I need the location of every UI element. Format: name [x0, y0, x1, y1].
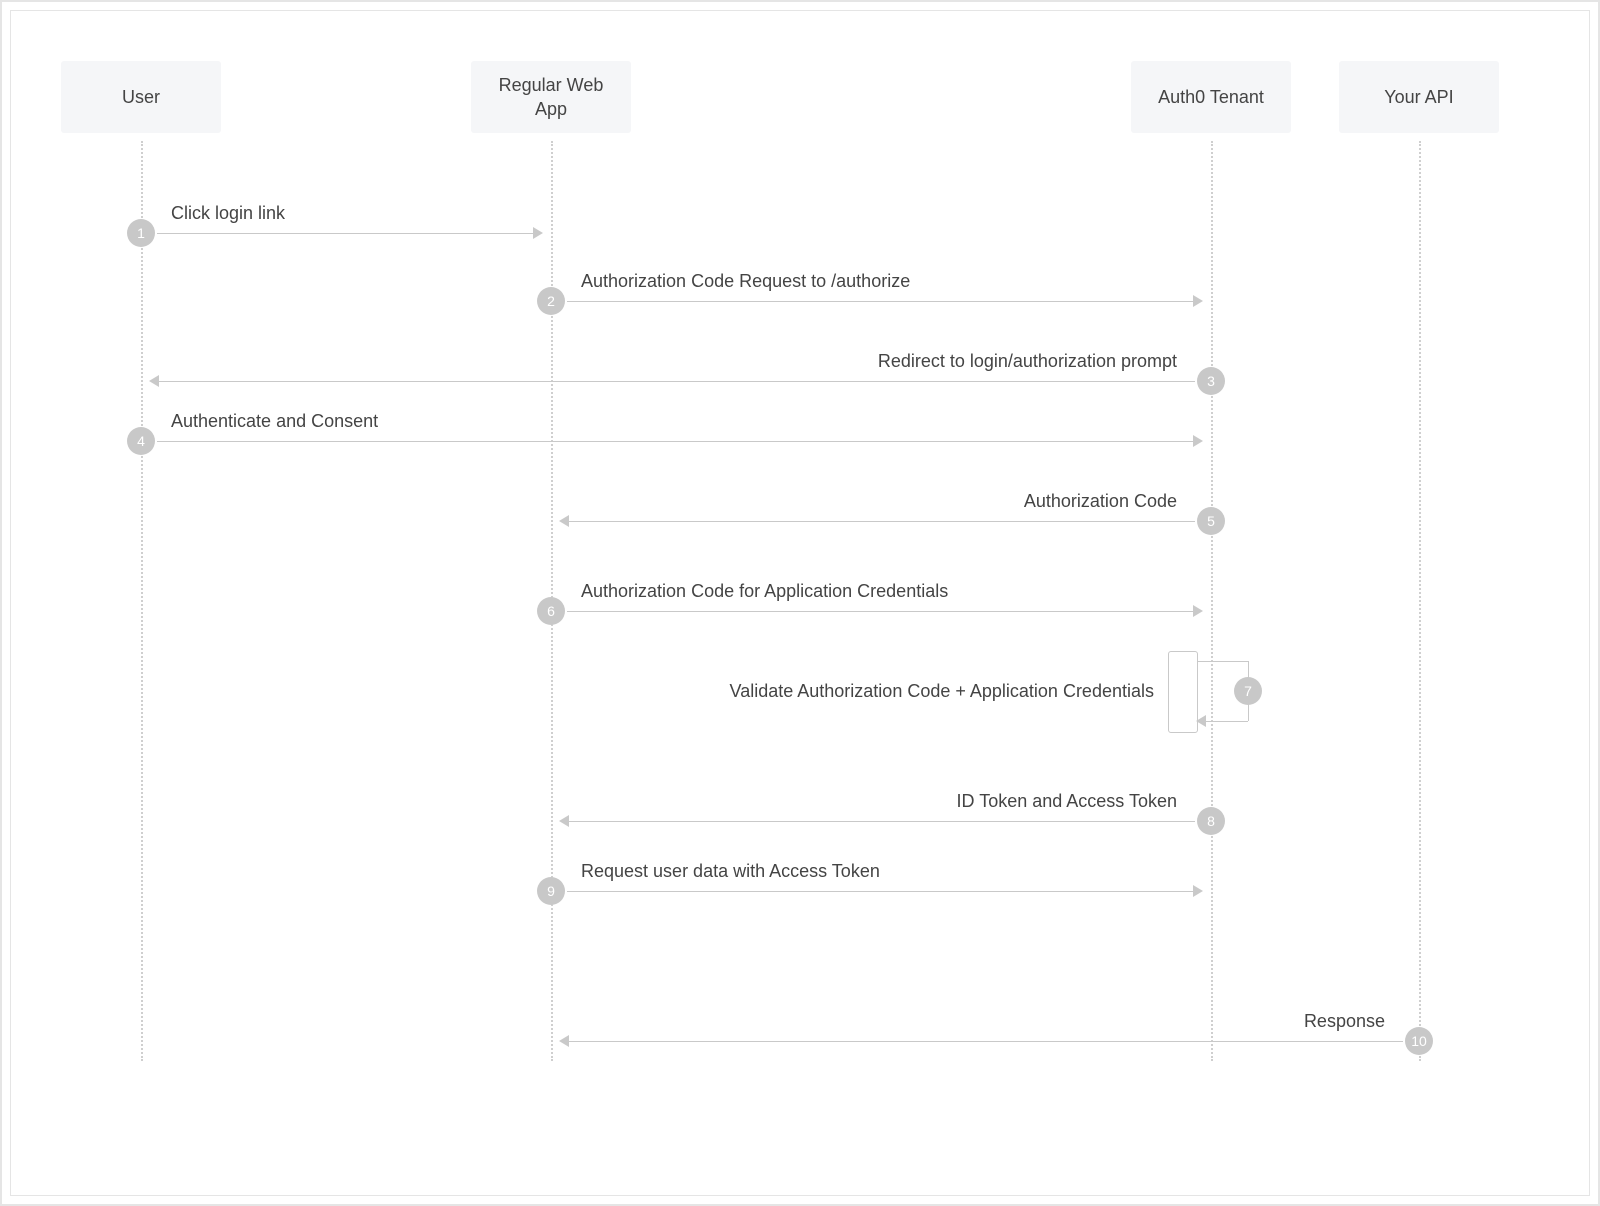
self-message-out: [1196, 661, 1248, 662]
message-label: Validate Authorization Code + Applicatio…: [730, 681, 1154, 702]
message-arrow-line: [567, 821, 1195, 822]
message-label: Authorization Code Request to /authorize: [581, 271, 910, 292]
participant-tenant: Auth0 Tenant: [1131, 61, 1291, 133]
lifeline-tenant: [1211, 141, 1213, 1061]
arrow-head-left-icon: [1196, 715, 1206, 727]
arrow-head-left-icon: [149, 375, 159, 387]
step-badge: 4: [127, 427, 155, 455]
arrow-head-right-icon: [533, 227, 543, 239]
message-label: Redirect to login/authorization prompt: [878, 351, 1177, 372]
arrow-head-left-icon: [559, 1035, 569, 1047]
message-arrow-line: [567, 1041, 1403, 1042]
diagram-frame: User Regular Web App Auth0 Tenant Your A…: [0, 0, 1600, 1206]
participant-webapp: Regular Web App: [471, 61, 631, 133]
arrow-head-left-icon: [559, 815, 569, 827]
message-label: Authenticate and Consent: [171, 411, 378, 432]
step-badge: 10: [1405, 1027, 1433, 1055]
message-label: Authorization Code: [1024, 491, 1177, 512]
arrow-head-right-icon: [1193, 885, 1203, 897]
participant-api: Your API: [1339, 61, 1499, 133]
message-arrow-line: [567, 301, 1195, 302]
step-badge: 1: [127, 219, 155, 247]
step-badge: 2: [537, 287, 565, 315]
step-badge: 6: [537, 597, 565, 625]
arrow-head-right-icon: [1193, 435, 1203, 447]
message-arrow-line: [157, 233, 535, 234]
diagram-canvas: User Regular Web App Auth0 Tenant Your A…: [10, 10, 1590, 1196]
arrow-head-right-icon: [1193, 605, 1203, 617]
message-arrow-line: [157, 381, 1195, 382]
lifeline-user: [141, 141, 143, 1061]
message-label: Authorization Code for Application Crede…: [581, 581, 948, 602]
message-arrow-line: [567, 891, 1195, 892]
step-badge: 9: [537, 877, 565, 905]
arrow-head-left-icon: [559, 515, 569, 527]
message-arrow-line: [567, 611, 1195, 612]
step-badge: 7: [1234, 677, 1262, 705]
message-label: Response: [1304, 1011, 1385, 1032]
step-badge: 8: [1197, 807, 1225, 835]
lifeline-api: [1419, 141, 1421, 1061]
message-arrow-line: [567, 521, 1195, 522]
message-label: Click login link: [171, 203, 285, 224]
self-message-return: [1206, 721, 1248, 722]
message-label: Request user data with Access Token: [581, 861, 880, 882]
message-arrow-line: [157, 441, 1195, 442]
message-label: ID Token and Access Token: [957, 791, 1177, 812]
step-badge: 5: [1197, 507, 1225, 535]
arrow-head-right-icon: [1193, 295, 1203, 307]
step-badge: 3: [1197, 367, 1225, 395]
participant-user: User: [61, 61, 221, 133]
activation-box: [1168, 651, 1198, 733]
